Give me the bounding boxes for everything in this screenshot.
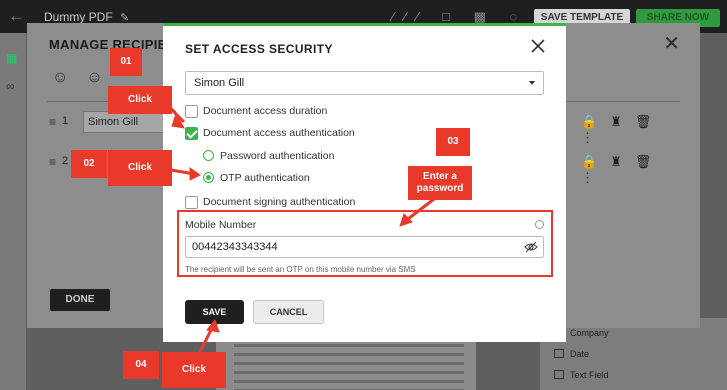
document-icon[interactable]: ▦: [6, 51, 20, 65]
document-title: Dummy PDF ✎: [44, 10, 129, 24]
paperclip-icon[interactable]: ∞: [6, 79, 20, 93]
left-rail: ▦ ∞: [0, 33, 26, 390]
more-icon[interactable]: ⋮: [581, 170, 607, 185]
modal-title: SET ACCESS SECURITY: [185, 42, 333, 56]
drag-handle-icon[interactable]: ≡: [49, 155, 56, 169]
checkbox-icon: [185, 196, 198, 209]
fields-panel: Company Date Text Field: [540, 318, 727, 390]
close-icon[interactable]: [527, 35, 549, 57]
chevron-down-icon: [529, 81, 535, 85]
checkbox-icon: [185, 105, 198, 118]
click-callout-2: Click: [108, 150, 172, 186]
recipient-actions: 🔒♜🗑 ⋮: [581, 114, 689, 146]
recipient-actions: 🔒♜🗑 ⋮: [581, 154, 689, 186]
access-authentication-label: Document access authentication: [203, 127, 355, 139]
field-text[interactable]: Text Field: [554, 370, 609, 384]
step-01-tag: 01: [110, 48, 142, 76]
trash-icon[interactable]: 🗑: [635, 154, 665, 169]
radio-selected-icon: [203, 172, 214, 183]
recipient-select[interactable]: Simon Gill: [185, 71, 544, 95]
recipient-number: 2: [62, 155, 69, 167]
lock-icon[interactable]: 🔒: [581, 154, 610, 169]
mobile-highlight-box: [177, 210, 553, 277]
otp-auth-label: OTP authentication: [220, 172, 310, 184]
done-button[interactable]: DONE: [50, 289, 110, 311]
stamp-icon[interactable]: ♜: [610, 114, 635, 129]
drag-handle-icon[interactable]: ≡: [49, 115, 56, 129]
radio-icon: [203, 150, 214, 161]
back-arrow-icon[interactable]: ←: [8, 7, 25, 24]
click-callout-4: Click: [162, 352, 226, 388]
trash-icon[interactable]: 🗑: [635, 114, 665, 129]
cancel-button[interactable]: CANCEL: [253, 300, 324, 324]
add-recipient-icon[interactable]: ☺: [52, 69, 86, 86]
signing-authentication-label: Document signing authentication: [203, 196, 356, 208]
step-04-tag: 04: [123, 351, 159, 379]
access-security-modal: SET ACCESS SECURITY Simon Gill Document …: [163, 23, 566, 342]
recipient-number: 1: [62, 115, 69, 127]
text-field-icon: [554, 370, 564, 379]
stamp-icon[interactable]: ♜: [610, 154, 635, 169]
save-button[interactable]: SAVE: [185, 300, 244, 324]
password-auth-label: Password authentication: [220, 150, 335, 162]
recipient-select-value: Simon Gill: [194, 77, 245, 89]
enter-password-callout: Enter a password: [408, 166, 472, 200]
document-title-text: Dummy PDF: [44, 10, 113, 24]
step-03-tag: 03: [436, 128, 470, 156]
manage-recipients-close-icon[interactable]: ✕: [663, 31, 680, 56]
lock-icon[interactable]: 🔒: [581, 114, 610, 129]
access-duration-label: Document access duration: [203, 105, 328, 117]
click-callout-1: Click: [108, 86, 172, 114]
more-icon[interactable]: ⋮: [581, 130, 607, 145]
date-field-icon: [554, 349, 564, 358]
field-date[interactable]: Date: [554, 349, 589, 363]
step-02-tag: 02: [71, 150, 107, 178]
checked-checkbox-icon: [185, 127, 198, 140]
